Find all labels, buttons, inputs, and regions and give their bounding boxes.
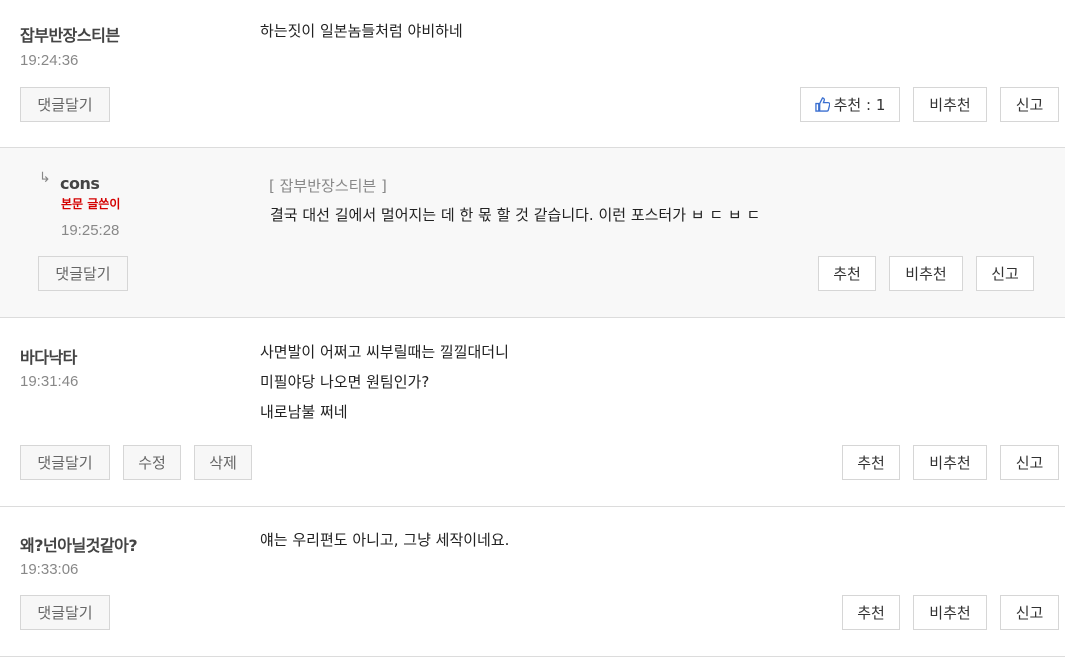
comment-item: 바다낙타 19:31:46 사면발이 어쩌고 씨부릴때는 낄낄대더니 미필야당 … xyxy=(0,318,1065,507)
report-button[interactable]: 신고 xyxy=(1000,87,1059,122)
comment-line: 사면발이 어쩌고 씨부릴때는 낄낄대더니 xyxy=(260,343,509,361)
comment-author[interactable]: cons xyxy=(60,174,100,193)
reply-button[interactable]: 댓글달기 xyxy=(20,445,110,480)
not-recommend-button[interactable]: 비추천 xyxy=(913,595,987,630)
comment-line: 내로남불 쩌네 xyxy=(260,403,348,421)
not-recommend-button[interactable]: 비추천 xyxy=(913,87,987,122)
recommend-label: 추천 : 1 xyxy=(833,96,886,114)
comment-time: 19:33:06 xyxy=(20,561,79,578)
comment-line: 결국 대선 길에서 멀어지는 데 한 몫 할 것 같습니다. 이런 포스터가 ㅂ… xyxy=(270,206,761,224)
author-badge: 본문 글쓴이 xyxy=(61,197,121,211)
comment-line: 얘는 우리편도 아니고, 그냥 세작이네요. xyxy=(260,531,510,549)
comment-time: 19:31:46 xyxy=(20,373,79,390)
comment-line: 미필야당 나오면 원팀인가? xyxy=(260,373,430,391)
comment-line: 하는짓이 일본놈들처럼 야비하네 xyxy=(260,22,463,40)
recommend-button[interactable]: 추천 : 1 xyxy=(800,87,900,122)
recommend-button[interactable]: 추천 xyxy=(842,595,900,630)
comment-author[interactable]: 잡부반장스티븐 xyxy=(20,22,120,46)
comment-item: 잡부반장스티븐 19:24:36 하는짓이 일본놈들처럼 야비하네 댓글달기 추… xyxy=(0,0,1065,148)
reply-arrow-icon: ↳ xyxy=(39,170,51,186)
comment-author[interactable]: 왜?넌아닐것같아? xyxy=(20,532,138,556)
recommend-button[interactable]: 추천 xyxy=(842,445,900,480)
delete-button[interactable]: 삭제 xyxy=(194,445,252,480)
thumbs-up-icon xyxy=(814,97,830,112)
reply-button[interactable]: 댓글달기 xyxy=(20,595,110,630)
comment-author[interactable]: 바다낙타 xyxy=(20,344,77,368)
reply-comment-item: ↳ cons 본문 글쓴이 19:25:28 [ 잡부반장스티븐 ] 결국 대선… xyxy=(0,148,1065,318)
not-recommend-button[interactable]: 비추천 xyxy=(913,445,987,480)
report-button[interactable]: 신고 xyxy=(1000,445,1059,480)
comment-body: 결국 대선 길에서 멀어지는 데 한 몫 할 것 같습니다. 이런 포스터가 ㅂ… xyxy=(270,204,760,234)
edit-button[interactable]: 수정 xyxy=(123,445,181,480)
report-button[interactable]: 신고 xyxy=(1000,595,1059,630)
recommend-button[interactable]: 추천 xyxy=(818,256,876,291)
comment-time: 19:24:36 xyxy=(20,52,79,69)
comment-time: 19:25:28 xyxy=(61,222,120,239)
comment-body: 사면발이 어쩌고 씨부릴때는 낄낄대더니 미필야당 나오면 원팀인가? 내로남불… xyxy=(260,341,509,431)
comment-item: 왜?넌아닐것같아? 19:33:06 얘는 우리편도 아니고, 그냥 세작이네요… xyxy=(0,507,1065,657)
reply-button[interactable]: 댓글달기 xyxy=(38,256,128,291)
quoted-author: [ 잡부반장스티븐 ] xyxy=(269,177,387,195)
comment-body: 하는짓이 일본놈들처럼 야비하네 xyxy=(260,20,463,50)
reply-button[interactable]: 댓글달기 xyxy=(20,87,110,122)
not-recommend-button[interactable]: 비추천 xyxy=(889,256,963,291)
report-button[interactable]: 신고 xyxy=(976,256,1034,291)
comment-body: 얘는 우리편도 아니고, 그냥 세작이네요. xyxy=(260,529,509,559)
